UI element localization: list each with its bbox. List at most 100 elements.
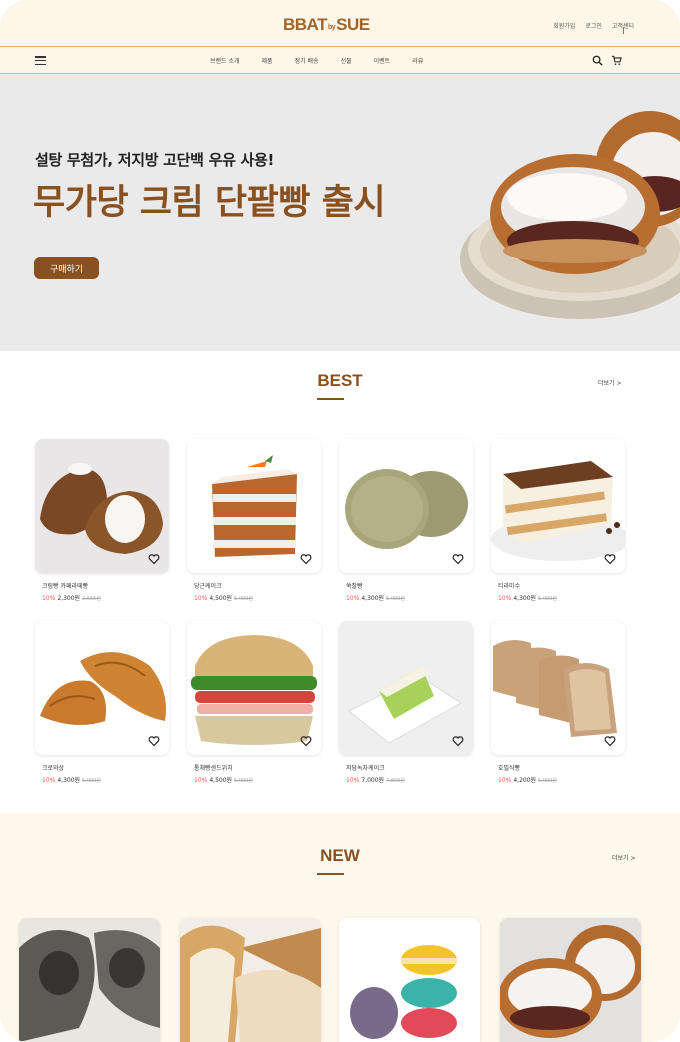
product-image[interactable] — [187, 439, 321, 573]
original-price: 7,800원 — [386, 778, 405, 784]
sale-price: 4,300원 — [513, 595, 537, 602]
sale-price: 4,200원 — [513, 777, 537, 784]
product-name[interactable]: 크림빵 카페라떼빵 — [42, 581, 169, 590]
product-image[interactable] — [491, 621, 625, 755]
product-image[interactable] — [35, 439, 169, 573]
heart-icon[interactable] — [604, 735, 616, 747]
heart-icon[interactable] — [148, 553, 160, 565]
discount-rate: 10% — [498, 595, 512, 602]
original-price: 5,000원 — [538, 596, 557, 602]
hero-subtitle: 설탕 무첨가, 저지방 고단백 우유 사용! — [35, 151, 275, 169]
divider — [623, 27, 624, 34]
nav-icons — [592, 55, 622, 66]
nav-item-products[interactable]: 제품 — [262, 56, 273, 65]
product-price: 10% 4,300원 5,000원 — [498, 593, 625, 602]
search-icon[interactable] — [592, 55, 603, 66]
utility-links: 회원가입 로그인 고객센터 — [553, 21, 634, 30]
new-underline — [317, 873, 344, 875]
discount-rate: 10% — [498, 777, 512, 784]
product-image[interactable] — [339, 621, 473, 755]
discount-rate: 10% — [194, 777, 208, 784]
product-price: 10% 4,300원 5,000원 — [42, 775, 169, 784]
product-card[interactable]: 호밀식빵 10% 4,200원 5,000원 — [491, 621, 625, 784]
discount-rate: 10% — [42, 777, 56, 784]
product-card[interactable]: 저당녹차케이크 10% 7,000원 7,800원 — [339, 621, 473, 784]
heart-icon[interactable] — [604, 553, 616, 565]
heart-icon[interactable] — [452, 735, 464, 747]
sale-price: 4,500원 — [209, 777, 233, 784]
cart-icon[interactable] — [611, 55, 622, 66]
new-product-image[interactable] — [180, 918, 321, 1042]
product-name[interactable]: 통채빵샌드위치 — [194, 763, 321, 772]
product-image[interactable] — [187, 621, 321, 755]
macaron-image — [339, 918, 480, 1042]
heart-icon[interactable] — [452, 553, 464, 565]
product-price: 10% 2,300원 2,555원 — [42, 593, 169, 602]
nav-item-brand[interactable]: 브랜드 소개 — [210, 56, 240, 65]
nav-item-event[interactable]: 이벤트 — [374, 56, 391, 65]
nav-item-review[interactable]: 리뷰 — [412, 56, 423, 65]
nav-item-gift[interactable]: 선물 — [341, 56, 352, 65]
heart-icon[interactable] — [300, 553, 312, 565]
original-price: 5,000원 — [234, 778, 253, 784]
sale-price: 4,500원 — [209, 595, 233, 602]
new-product-image[interactable] — [339, 918, 480, 1042]
cream-bun-thumb-image — [500, 918, 641, 1042]
heart-icon[interactable] — [300, 735, 312, 747]
login-link[interactable]: 로그인 — [585, 21, 602, 30]
best-title: BEST — [317, 371, 363, 390]
milk-bread-image — [180, 918, 321, 1042]
original-price: 5,000원 — [386, 596, 405, 602]
original-price: 5,000원 — [82, 778, 101, 784]
nav-item-subscription[interactable]: 정기 배송 — [295, 56, 319, 65]
product-price: 10% 4,500원 5,000원 — [194, 775, 321, 784]
sale-price: 7,000원 — [361, 777, 385, 784]
product-name[interactable]: 티라미수 — [498, 581, 625, 590]
original-price: 2,555원 — [82, 596, 101, 602]
product-card[interactable]: 크림빵 카페라떼빵 10% 2,300원 2,555원 — [35, 439, 169, 602]
product-name[interactable]: 당근케이크 — [194, 581, 321, 590]
product-card[interactable]: 통채빵샌드위치 10% 4,500원 5,000원 — [187, 621, 321, 784]
heart-icon[interactable] — [148, 735, 160, 747]
product-price: 10% 7,000원 7,800원 — [346, 775, 473, 784]
cream-bun-image — [460, 111, 680, 319]
new-product-image[interactable] — [500, 918, 641, 1042]
discount-rate: 10% — [194, 595, 208, 602]
sale-price: 4,300원 — [57, 777, 81, 784]
hero-banner: 설탕 무첨가, 저지방 고단백 우유 사용! 무가당 크림 단팥빵 출시 구매하… — [0, 74, 680, 351]
product-name[interactable]: 쑥찰빵 — [346, 581, 473, 590]
product-image[interactable] — [35, 621, 169, 755]
product-name[interactable]: 저당녹차케이크 — [346, 763, 473, 772]
nav-bar: 브랜드 소개 제품 정기 배송 선물 이벤트 리뷰 — [0, 47, 680, 74]
original-price: 5,000원 — [234, 596, 253, 602]
page: BBATbySUE 회원가입 로그인 고객센터 브랜드 소개 제품 정기 배송 … — [0, 0, 680, 1042]
signup-link[interactable]: 회원가입 — [553, 21, 575, 30]
product-card[interactable]: 티라미수 10% 4,300원 5,000원 — [491, 439, 625, 602]
sale-price: 4,300원 — [361, 595, 385, 602]
product-name[interactable]: 호밀식빵 — [498, 763, 625, 772]
product-name[interactable]: 크로와상 — [42, 763, 169, 772]
product-card[interactable]: 당근케이크 10% 4,500원 5,000원 — [187, 439, 321, 602]
best-underline — [317, 398, 344, 400]
product-price: 10% 4,200원 5,000원 — [498, 775, 625, 784]
new-more-link[interactable]: 더보기 > — [612, 853, 636, 862]
brand-logo[interactable]: BBATbySUE — [283, 15, 370, 35]
discount-rate: 10% — [346, 595, 360, 602]
main-nav: 브랜드 소개 제품 정기 배송 선물 이벤트 리뷰 — [210, 56, 445, 65]
best-more-link[interactable]: 더보기 > — [598, 378, 622, 387]
product-card[interactable]: 크로와상 10% 4,300원 5,000원 — [35, 621, 169, 784]
new-title: NEW — [320, 846, 360, 865]
discount-rate: 10% — [346, 777, 360, 784]
buy-button[interactable]: 구매하기 — [34, 257, 99, 279]
discount-rate: 10% — [42, 595, 56, 602]
product-image[interactable] — [491, 439, 625, 573]
product-card[interactable]: 쑥찰빵 10% 4,300원 5,000원 — [339, 439, 473, 602]
product-price: 10% 4,300원 5,000원 — [346, 593, 473, 602]
sale-price: 2,300원 — [57, 595, 81, 602]
product-image[interactable] — [339, 439, 473, 573]
original-price: 5,000원 — [538, 778, 557, 784]
hero-title: 무가당 크림 단팥빵 출시 — [33, 183, 386, 223]
menu-icon[interactable] — [35, 56, 46, 66]
new-product-image[interactable] — [19, 918, 160, 1042]
product-price: 10% 4,500원 5,000원 — [194, 593, 321, 602]
